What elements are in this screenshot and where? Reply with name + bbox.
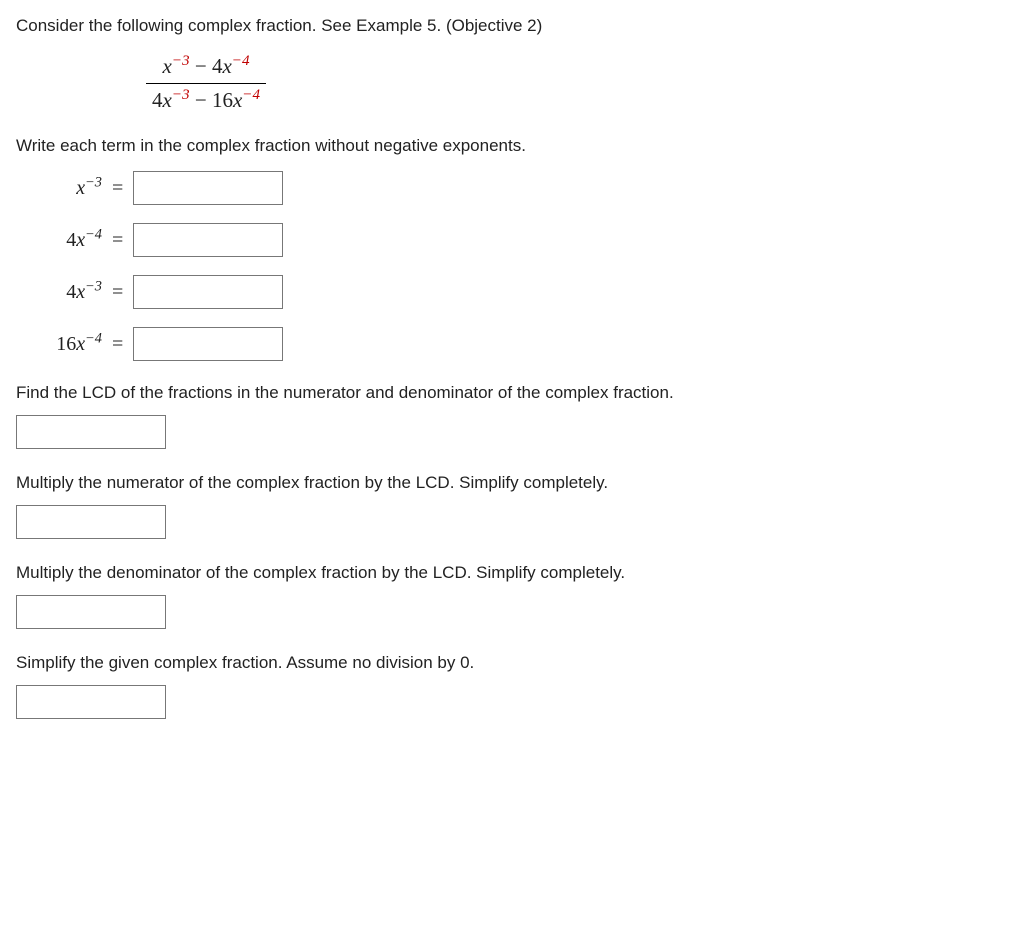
equals-sign: =	[112, 278, 133, 306]
mult-num-prompt: Multiply the numerator of the complex fr…	[16, 471, 1008, 495]
term-answer-input-3[interactable]	[133, 275, 283, 309]
equals-sign: =	[112, 174, 133, 202]
term-rows: x−3 = 4x−4 = 4x−3 = 16x−4 =	[16, 171, 1008, 361]
term-label: 4x−4	[16, 226, 112, 254]
fraction-denominator: 4x−3 − 16x−4	[146, 83, 266, 115]
term-row: 4x−3 =	[16, 275, 1008, 309]
denominator-answer-input[interactable]	[16, 595, 166, 629]
term-row: x−3 =	[16, 171, 1008, 205]
term-label: x−3	[16, 174, 112, 202]
equals-sign: =	[112, 330, 133, 358]
intro-text: Consider the following complex fraction.…	[16, 14, 1008, 38]
term-answer-input-4[interactable]	[133, 327, 283, 361]
term-label: 16x−4	[16, 330, 112, 358]
numerator-answer-input[interactable]	[16, 505, 166, 539]
term-answer-input-1[interactable]	[133, 171, 283, 205]
simplify-prompt: Simplify the given complex fraction. Ass…	[16, 651, 1008, 675]
complex-fraction: x−3 − 4x−4 4x−3 − 16x−4	[146, 52, 1008, 116]
term-answer-input-2[interactable]	[133, 223, 283, 257]
mult-den-prompt: Multiply the denominator of the complex …	[16, 561, 1008, 585]
equals-sign: =	[112, 226, 133, 254]
rewrite-prompt: Write each term in the complex fraction …	[16, 134, 1008, 158]
lcd-answer-input[interactable]	[16, 415, 166, 449]
term-row: 16x−4 =	[16, 327, 1008, 361]
lcd-prompt: Find the LCD of the fractions in the num…	[16, 381, 1008, 405]
term-label: 4x−3	[16, 278, 112, 306]
fraction-numerator: x−3 − 4x−4	[146, 52, 266, 83]
term-row: 4x−4 =	[16, 223, 1008, 257]
simplify-answer-input[interactable]	[16, 685, 166, 719]
